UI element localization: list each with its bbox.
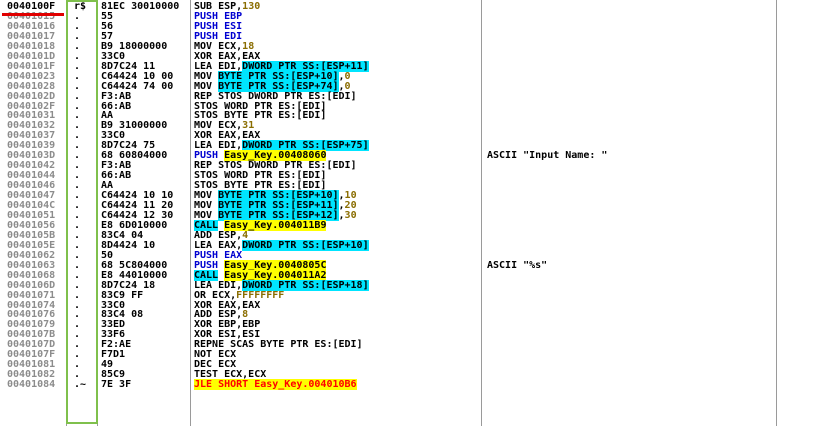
hex-bytes-cell: 33C0: [101, 51, 126, 62]
hex-bytes-cell: 33F6: [101, 330, 126, 341]
hex-bytes-cell: C64424 11 20: [101, 201, 174, 211]
hex-bytes-cell: 33C0: [101, 131, 126, 142]
instruction-token: BYTE PTR SS:[ESP+10]: [218, 70, 339, 82]
hex-bytes-cell: AA: [101, 181, 114, 192]
column-separator[interactable]: [481, 0, 482, 426]
disassembly-cell: JLE SHORT Easy_Key.004010B6: [194, 379, 357, 391]
instruction-token: 130: [242, 2, 261, 12]
hex-bytes-cell: 55: [101, 11, 114, 22]
hex-bytes-cell: 50: [101, 250, 114, 261]
column-separator[interactable]: [190, 0, 191, 426]
hex-bytes-cell: 68 60804000: [101, 151, 168, 162]
hex-bytes-cell: 7E 3F: [101, 380, 132, 391]
hex-bytes-cell: B9 18000000: [101, 41, 168, 52]
hex-bytes-cell: 8D7C24 11: [101, 61, 156, 72]
comment-cell: ASCII "%s": [487, 259, 548, 271]
hex-bytes-cell: 8D7C24 75: [101, 141, 156, 152]
hex-bytes-cell: F2:AE: [101, 340, 132, 351]
current-address-underline: [2, 13, 64, 16]
hex-bytes-cell: E8 6D010000: [101, 220, 168, 231]
address-cell: 0040102D: [7, 90, 56, 102]
disassembly-listing[interactable]: 0040100F r$ 81EC 30010000 SUB ESP,130 004010…: [2, 2, 778, 426]
hex-bytes-cell: C64424 12 30: [101, 210, 174, 221]
hex-bytes-cell: F3:AB: [101, 161, 132, 172]
instruction-token: JLE SHORT Easy_Key.004010B6: [194, 379, 357, 391]
hex-bytes-cell: 8D7C24 18: [101, 280, 156, 291]
hex-bytes-cell: AA: [101, 111, 114, 122]
hex-bytes-cell: 33ED: [101, 320, 126, 331]
hex-bytes-cell: 56: [101, 21, 114, 32]
column-separator[interactable]: [776, 0, 777, 426]
instruction-token: DWORD PTR SS:[ESP+10]: [242, 239, 369, 251]
hex-bytes-cell: 8D4424 10: [101, 240, 156, 251]
hex-bytes-cell: 81EC 30010000: [101, 2, 180, 12]
hex-bytes-cell: 85C9: [101, 370, 126, 381]
hex-bytes-cell: 33C0: [101, 300, 126, 311]
marker-column-highlight: [66, 0, 98, 424]
address-cell: 00401084: [7, 379, 56, 391]
instruction-token: 30: [344, 209, 357, 221]
hex-bytes-cell: 83C4 04: [101, 230, 144, 241]
hex-bytes-cell: 68 5C804000: [101, 260, 168, 271]
hex-bytes-cell: 57: [101, 31, 114, 42]
hex-bytes-cell: F3:AB: [101, 91, 132, 102]
hex-bytes-cell: 66:AB: [101, 101, 132, 112]
hex-bytes-cell: E8 44010000: [101, 270, 168, 281]
hex-bytes-cell: 83C4 08: [101, 310, 144, 321]
hex-bytes-cell: B9 31000000: [101, 121, 168, 132]
disassembly-window: 0040100F r$ 81EC 30010000 SUB ESP,130 004010…: [0, 0, 819, 426]
address-cell: 00401071: [7, 289, 56, 301]
comment-cell: ASCII "Input Name: ": [487, 150, 608, 162]
hex-bytes-cell: F7D1: [101, 350, 126, 361]
hex-bytes-cell: C64424 10 00: [101, 71, 174, 82]
hex-bytes-cell: 83C9 FF: [101, 290, 144, 301]
hex-bytes-cell: C64424 74 00: [101, 81, 174, 92]
hex-bytes-cell: 49: [101, 360, 114, 371]
hex-bytes-cell: 66:AB: [101, 171, 132, 182]
hex-bytes-cell: C64424 10 10: [101, 191, 174, 201]
